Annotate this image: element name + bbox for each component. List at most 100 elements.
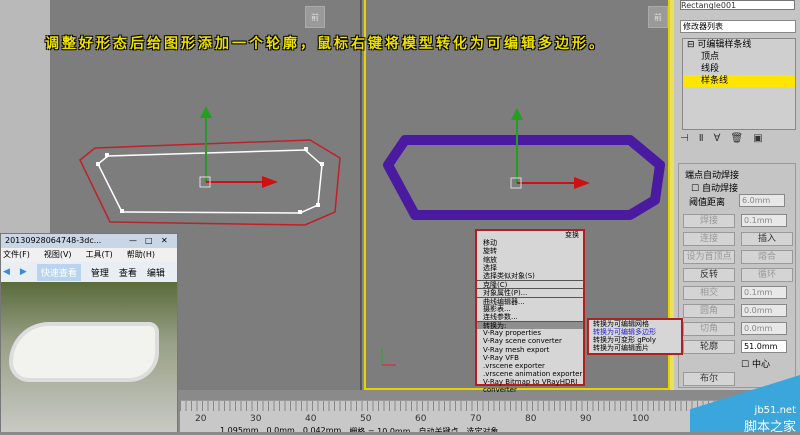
tick-label: 60 [415,414,427,424]
stack-item-label: 顶点 [701,52,720,62]
fuse-button[interactable]: 熔合 [741,250,793,264]
tick-label: 20 [195,414,207,424]
make-unique-icon[interactable]: ∀ [714,133,721,147]
forward-icon[interactable]: ▶ [20,267,27,277]
stack-item[interactable]: 顶点 [683,51,795,63]
grid-readout: 栅格 = 10.0mm [349,427,411,432]
menu-item[interactable]: 缩放 [477,256,583,264]
z-coord-field[interactable]: 0.042mm [303,426,342,432]
outline-shape-purple [383,135,665,220]
group-label: 端点自动焊接 [685,171,740,181]
menu-item[interactable]: .vrscene exporter [477,362,583,370]
menu-item[interactable]: V-Ray mesh export [477,346,583,354]
chamfer-button[interactable]: 切角 [683,322,735,336]
configure-icon[interactable]: ▣ [753,133,762,147]
back-icon[interactable]: ◀ [3,267,10,277]
selection-dropdown[interactable]: 选定对象 [467,426,499,432]
menu-help[interactable]: 帮助(H) [127,248,155,262]
menu-item[interactable]: 克隆(C) [477,280,583,289]
menu-item[interactable]: 选择 [477,264,583,272]
tick-label: 40 [305,414,317,424]
center-label: 中心 [751,360,770,370]
quick-view-button[interactable]: 快速查看 [36,263,81,281]
menu-item[interactable]: .vrscene animation exporter [477,370,583,378]
menu-item[interactable]: V-Ray scene converter [477,337,583,345]
fillet-spinner[interactable]: 0.0mm [741,304,787,317]
submenu-item[interactable]: 转换为可变形 gPoly [589,336,681,344]
cycle-button[interactable]: 循环 [741,268,793,282]
outline-button[interactable]: 轮廓 [683,340,735,354]
remove-modifier-icon[interactable]: 🗑 [730,133,743,147]
manage-button[interactable]: 管理 [91,266,109,279]
modifier-stack: ⊟ 可编辑样条线 顶点 线段 样条线 [682,38,796,130]
reverse-button[interactable]: 反转 [683,268,735,282]
minimize-button[interactable]: — [129,234,145,248]
menu-item[interactable]: 曲线编辑器... [477,296,583,306]
tick-label: 90 [580,414,592,424]
stack-item[interactable]: ⊟ 可编辑样条线 [683,39,795,51]
cross-spinner[interactable]: 0.1mm [741,286,787,299]
object-name-field[interactable]: Rectangle001 [680,0,795,10]
menu-item[interactable]: V-Ray properties [477,329,583,337]
pin-stack-icon[interactable]: ⊣ [680,133,689,147]
edit-button[interactable]: 编辑 [147,266,165,279]
submenu-item-editable-poly[interactable]: 转换为可编辑多边形 [589,328,681,336]
geometry-rollout: 端点自动焊接 ☐ 自动焊接 阈值距离 6.0mm 焊接 0.1mm 连接 插入 … [678,163,796,388]
show-end-result-icon[interactable]: Ⅱ [699,133,704,147]
outline-spinner[interactable]: 51.0mm [741,340,787,353]
weld-spinner[interactable]: 0.1mm [741,214,787,227]
autokey-button[interactable]: 自动关键点 [419,426,459,432]
boolean-button[interactable]: 布尔 [683,372,735,386]
image-viewer-window: 20130928064748-3dc... — □ ✕ 文件(F) 视图(V) … [0,233,178,432]
modifier-list-dropdown[interactable]: 修改器列表 [680,20,796,33]
menu-item[interactable]: 旋转 [477,247,583,255]
submenu-item[interactable]: 转换为可编辑网格 [589,320,681,328]
stack-item-label: 样条线 [701,76,729,86]
view-button[interactable]: 查看 [119,266,137,279]
menu-item[interactable]: 对象属性(P)... [477,288,583,297]
center-checkbox[interactable]: ☐ 中心 [741,357,770,370]
close-button[interactable]: ✕ [161,234,177,248]
watermark-site: jb51.net [754,405,796,416]
menu-view[interactable]: 视图(V) [44,248,72,262]
tick-label: 80 [525,414,537,424]
maximize-button[interactable]: □ [145,234,161,248]
threshold-spinner[interactable]: 6.0mm [739,194,785,207]
y-coord-field[interactable]: 0.0mm [267,426,295,432]
watermark-name: 脚本之家 [743,420,796,435]
window-titlebar: 20130928064748-3dc... — □ ✕ [1,234,177,248]
submenu-item[interactable]: 转换为可编辑面片 [589,344,681,352]
menu-item-convert-to[interactable]: 转换为: [477,321,583,330]
menu-item[interactable]: 连线参数... [477,313,583,321]
menu-item[interactable]: V-Ray Bitmap to VRayHDRI converter [477,378,583,394]
menu-item[interactable]: 选择类似对象(S) [477,272,583,280]
window-toolbar: ◀ ▶ 快速查看 管理 查看 编辑 [1,262,177,282]
tutorial-caption: 调整好形态后给图形添加一个轮廓，鼠标右键将模型转化为可编辑多边形。 [45,36,606,52]
window-menubar: 文件(F) 视图(V) 工具(T) 帮助(H) [1,248,177,262]
auto-weld-checkbox[interactable]: ☐ 自动焊接 [691,181,738,194]
stack-item-label: 可编辑样条线 [697,40,752,50]
menu-file[interactable]: 文件(F) [3,248,30,262]
fillet-button[interactable]: 圆角 [683,304,735,318]
threshold-label: 阈值距离 [689,198,726,208]
stack-item-label: 线段 [701,64,720,74]
stack-item[interactable]: 线段 [683,63,795,75]
connect-button[interactable]: 连接 [683,232,735,246]
tick-label: 70 [470,414,482,424]
preview-photo [1,282,177,432]
convert-submenu: 转换为可编辑网格 转换为可编辑多边形 转换为可变形 gPoly 转换为可编辑面片 [587,318,683,355]
stack-item-selected[interactable]: 样条线 [683,75,795,87]
window-title: 20130928064748-3dc... [5,236,102,245]
weld-button[interactable]: 焊接 [683,214,735,228]
menu-item[interactable]: V-Ray VFB [477,354,583,362]
x-coord-field[interactable]: 1.095mm [220,426,259,432]
cross-button[interactable]: 相交 [683,286,735,300]
chamfer-spinner[interactable]: 0.0mm [741,322,787,335]
axis-tripod-icon [381,348,396,366]
insert-button[interactable]: 插入 [741,232,793,246]
menu-tools[interactable]: 工具(T) [86,248,113,262]
tick-label: 30 [250,414,262,424]
menu-item[interactable]: 摄影表... [477,305,583,313]
make-first-button[interactable]: 设为首顶点 [683,250,735,264]
tick-label: 50 [360,414,372,424]
